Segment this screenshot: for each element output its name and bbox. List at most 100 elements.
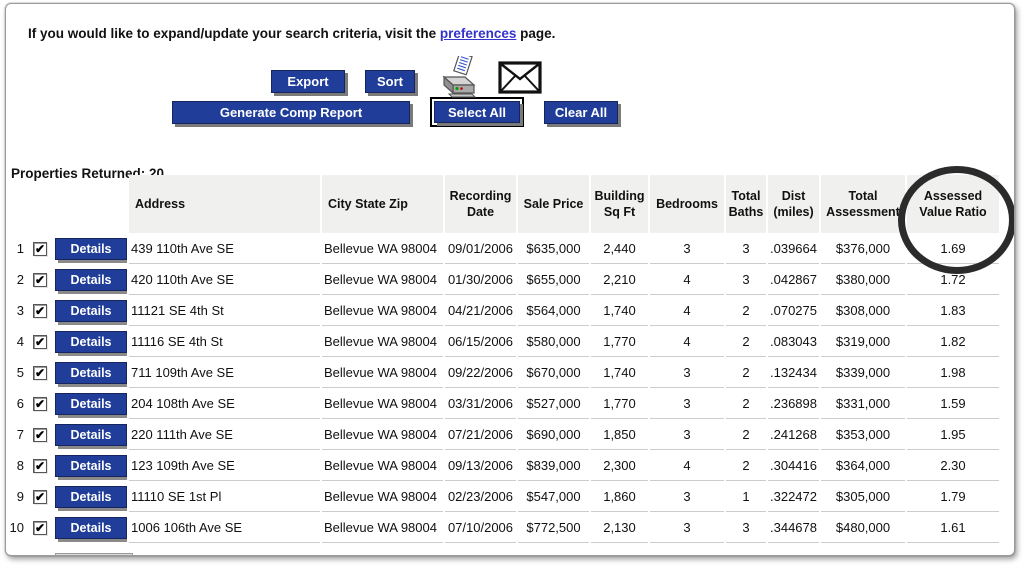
envelope-icon[interactable] [498,61,542,99]
cell-bedrooms: 3 [650,481,724,512]
cell-building-sq-ft: 1,740 [591,357,648,388]
cell-total-assessment: $480,000 [821,512,905,543]
printer-icon[interactable] [434,56,480,105]
row-number: 3 [8,295,28,326]
details-button[interactable]: Details [55,424,127,446]
generate-comp-report-button[interactable]: Generate Comp Report [172,101,410,124]
cell-building-sq-ft: 2,300 [591,450,648,481]
row-checkbox[interactable]: ✔ [33,521,47,535]
cell-total-assessment: $308,000 [821,295,905,326]
row-checkbox-cell: ✔ [30,264,50,295]
cell-building-sq-ft: 1,860 [591,481,648,512]
details-button[interactable]: Details [55,393,127,415]
cell-total-baths: 2 [726,419,766,450]
cell-sale-price: $635,000 [518,233,589,264]
export-button[interactable]: Export [271,70,345,93]
details-cell: Details [52,264,127,295]
row-checkbox[interactable]: ✔ [33,304,47,318]
cell-sale-price: $670,000 [518,357,589,388]
table-row: 1✔Details439 110th Ave SEBellevue WA 980… [8,233,999,264]
table-row: 5✔Details711 109th Ave SEBellevue WA 980… [8,357,999,388]
cell-sale-price: $564,000 [518,295,589,326]
details-button[interactable]: Details [55,486,127,508]
cell-total-baths: 3 [726,264,766,295]
sort-button[interactable]: Sort [365,70,415,93]
row-checkbox[interactable]: ✔ [33,397,47,411]
cell-building-sq-ft: 1,770 [591,388,648,419]
cell-bedrooms: 3 [650,357,724,388]
cell-assessed-value-ratio: 1.82 [907,326,999,357]
cell-building-sq-ft: 2,210 [591,264,648,295]
col-header-total-assessment: Total Assessment [821,175,905,233]
cell-total-assessment: $319,000 [821,326,905,357]
row-checkbox[interactable]: ✔ [33,273,47,287]
col-header-assessed-value-ratio: Assessed Value Ratio [907,175,999,233]
cell-dist-miles: .039664 [768,233,819,264]
cell-address: 204 108th Ave SE [129,388,320,419]
col-header-address: Address [129,175,320,233]
col-header-details [52,175,127,233]
details-button[interactable]: Details [55,517,127,539]
details-button[interactable]: Details [55,238,127,260]
table-row: 7✔Details220 111th Ave SEBellevue WA 980… [8,419,999,450]
row-checkbox-cell: ✔ [30,512,50,543]
cell-sale-price: $580,000 [518,326,589,357]
clear-all-button[interactable]: Clear All [544,101,618,124]
details-button[interactable]: Details [55,300,127,322]
row-checkbox[interactable]: ✔ [33,459,47,473]
row-number: 10 [8,512,28,543]
cell-sale-price: $839,000 [518,450,589,481]
cell-total-baths: 3 [726,512,766,543]
cell-building-sq-ft: 1,850 [591,419,648,450]
col-header-row-number [8,175,28,233]
row-checkbox-cell: ✔ [30,295,50,326]
cell-bedrooms: 3 [650,388,724,419]
details-cell: Details [52,481,127,512]
cell-recording-date: 01/30/2006 [445,264,516,295]
details-button[interactable]: Details [55,455,127,477]
row-checkbox-cell: ✔ [30,326,50,357]
cell-building-sq-ft: 1,770 [591,326,648,357]
cell-city-state-zip: Bellevue WA 98004 [322,233,443,264]
cell-dist-miles: .322472 [768,481,819,512]
cell-city-state-zip: Bellevue WA 98004 [322,295,443,326]
table-row: 6✔Details204 108th Ave SEBellevue WA 980… [8,388,999,419]
cell-city-state-zip: Bellevue WA 98004 [322,450,443,481]
row-number: 6 [8,388,28,419]
details-cell: Details [52,388,127,419]
cell-recording-date: 04/21/2006 [445,295,516,326]
details-button[interactable]: Details [55,362,127,384]
cell-building-sq-ft: 2,440 [591,233,648,264]
cell-total-baths: 2 [726,357,766,388]
cell-recording-date: 07/10/2006 [445,512,516,543]
cell-city-state-zip: Bellevue WA 98004 [322,264,443,295]
col-header-city-state-zip: City State Zip [322,175,443,233]
cell-city-state-zip: Bellevue WA 98004 [322,419,443,450]
cell-bedrooms: 3 [650,419,724,450]
table-header-row: Address City State Zip Recording Date Sa… [8,175,999,233]
cell-dist-miles: .241268 [768,419,819,450]
row-checkbox-cell: ✔ [30,450,50,481]
row-checkbox[interactable]: ✔ [33,242,47,256]
row-checkbox[interactable]: ✔ [33,335,47,349]
notice-text-after: page. [516,26,555,41]
row-checkbox[interactable]: ✔ [33,490,47,504]
col-header-bedrooms: Bedrooms [650,175,724,233]
details-cell: Details [52,326,127,357]
preferences-link[interactable]: preferences [440,26,517,41]
comparables-table: Address City State Zip Recording Date Sa… [6,175,1001,543]
details-button[interactable]: Details [55,331,127,353]
cell-bedrooms: 4 [650,295,724,326]
cell-total-baths: 2 [726,450,766,481]
details-button[interactable]: Details [55,269,127,291]
cell-address: 123 109th Ave SE [129,450,320,481]
row-checkbox-cell: ✔ [30,388,50,419]
cell-sale-price: $547,000 [518,481,589,512]
cell-recording-date: 03/31/2006 [445,388,516,419]
cell-total-assessment: $353,000 [821,419,905,450]
cell-city-state-zip: Bellevue WA 98004 [322,326,443,357]
cell-assessed-value-ratio: 1.69 [907,233,999,264]
row-checkbox[interactable]: ✔ [33,428,47,442]
row-checkbox[interactable]: ✔ [33,366,47,380]
row-number: 8 [8,450,28,481]
